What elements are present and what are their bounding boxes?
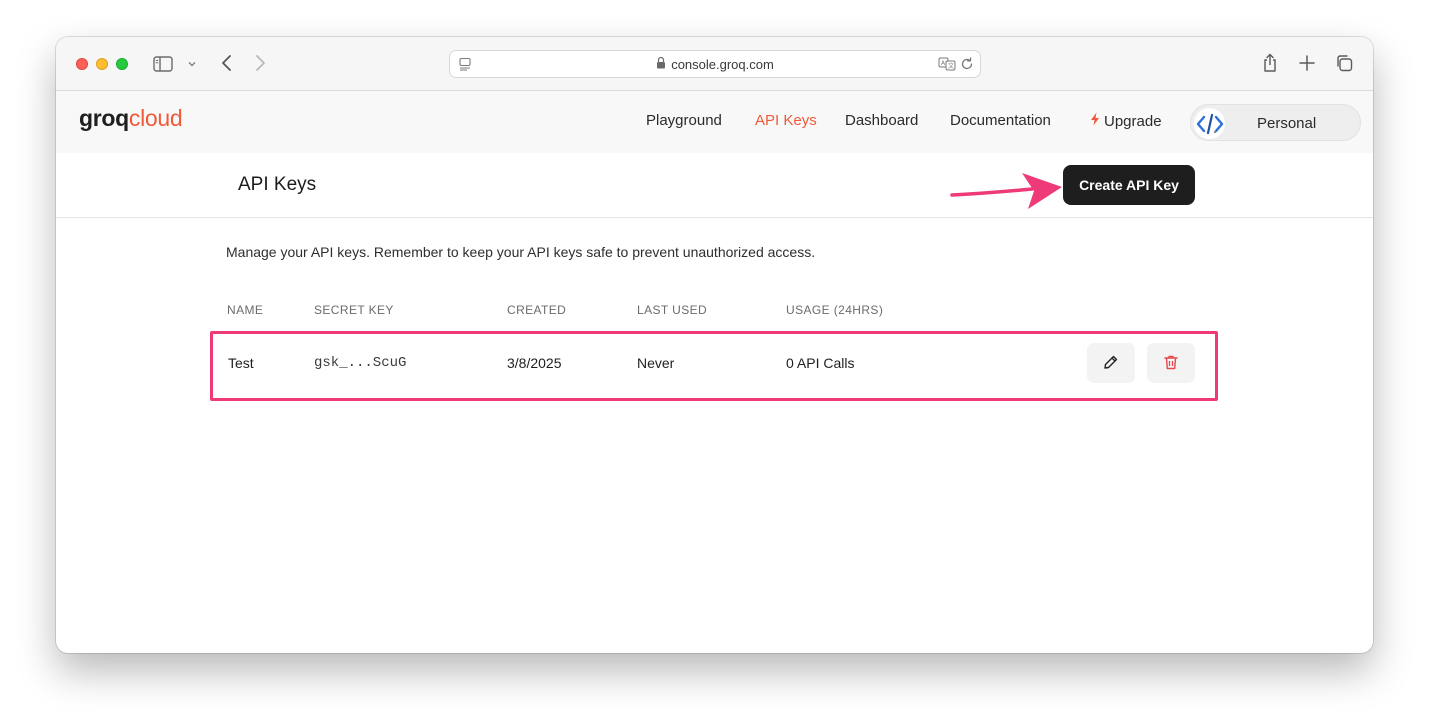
column-header-last-used: LAST USED xyxy=(637,303,708,317)
back-arrow-icon[interactable] xyxy=(218,53,234,73)
api-key-created: 3/8/2025 xyxy=(507,355,562,371)
zoom-window-button[interactable] xyxy=(116,58,128,70)
sidebar-icon[interactable] xyxy=(153,55,173,72)
page-header: API Keys Create API Key xyxy=(56,153,1373,218)
plus-icon[interactable] xyxy=(1298,54,1316,72)
nav-upgrade[interactable]: Upgrade xyxy=(1090,112,1162,130)
share-icon[interactable] xyxy=(1262,53,1278,73)
svg-text:A: A xyxy=(941,60,946,67)
column-header-secret-key: SECRET KEY xyxy=(314,303,394,317)
account-name: Personal xyxy=(1257,115,1317,132)
nav-playground[interactable]: Playground xyxy=(646,112,722,129)
lock-icon xyxy=(656,56,666,72)
api-key-secret: gsk_...ScuG xyxy=(314,355,407,371)
groqcloud-logo[interactable]: groqcloud xyxy=(79,105,183,132)
url-text: console.groq.com xyxy=(671,56,774,72)
create-api-key-button[interactable]: Create API Key xyxy=(1063,165,1195,205)
api-key-last-used: Never xyxy=(637,355,675,371)
column-header-created: CREATED xyxy=(507,303,567,317)
reload-icon[interactable] xyxy=(959,56,975,72)
close-window-button[interactable] xyxy=(76,58,88,70)
column-header-name: NAME xyxy=(227,303,264,317)
browser-toolbar: console.groq.com A文 xyxy=(56,37,1373,91)
nav-documentation[interactable]: Documentation xyxy=(950,112,1051,129)
code-icon xyxy=(1194,108,1225,139)
account-switcher[interactable]: Personal xyxy=(1190,104,1361,141)
minimize-window-button[interactable] xyxy=(96,58,108,70)
nav-upgrade-label: Upgrade xyxy=(1104,112,1162,130)
browser-window: console.groq.com A文 groqcloud Playground… xyxy=(56,37,1373,653)
chevron-down-icon[interactable] xyxy=(186,55,198,72)
lightning-icon xyxy=(1090,112,1100,130)
app-header: groqcloud Playground API Keys Dashboard … xyxy=(56,91,1373,153)
tab-overview-icon[interactable] xyxy=(1335,54,1353,72)
logo-cloud-text: cloud xyxy=(128,105,183,131)
page-title: API Keys xyxy=(238,174,317,195)
svg-text:文: 文 xyxy=(948,62,954,70)
forward-arrow-icon[interactable] xyxy=(253,53,269,73)
nav-api-keys[interactable]: API Keys xyxy=(755,112,817,129)
api-key-usage: 0 API Calls xyxy=(786,355,855,371)
trash-icon xyxy=(1163,354,1179,373)
edit-key-button[interactable] xyxy=(1087,343,1135,383)
annotation-arrow xyxy=(950,173,1062,209)
page-description: Manage your API keys. Remember to keep y… xyxy=(226,244,816,260)
api-key-name: Test xyxy=(228,355,254,371)
logo-groq-text: groq xyxy=(79,105,129,131)
address-bar[interactable]: console.groq.com A文 xyxy=(449,50,981,78)
delete-key-button[interactable] xyxy=(1147,343,1195,383)
pencil-icon xyxy=(1103,354,1119,373)
url-display: console.groq.com xyxy=(450,51,980,77)
translate-icon[interactable]: A文 xyxy=(938,57,956,71)
nav-dashboard[interactable]: Dashboard xyxy=(845,112,918,129)
column-header-usage: USAGE (24HRS) xyxy=(786,303,884,317)
